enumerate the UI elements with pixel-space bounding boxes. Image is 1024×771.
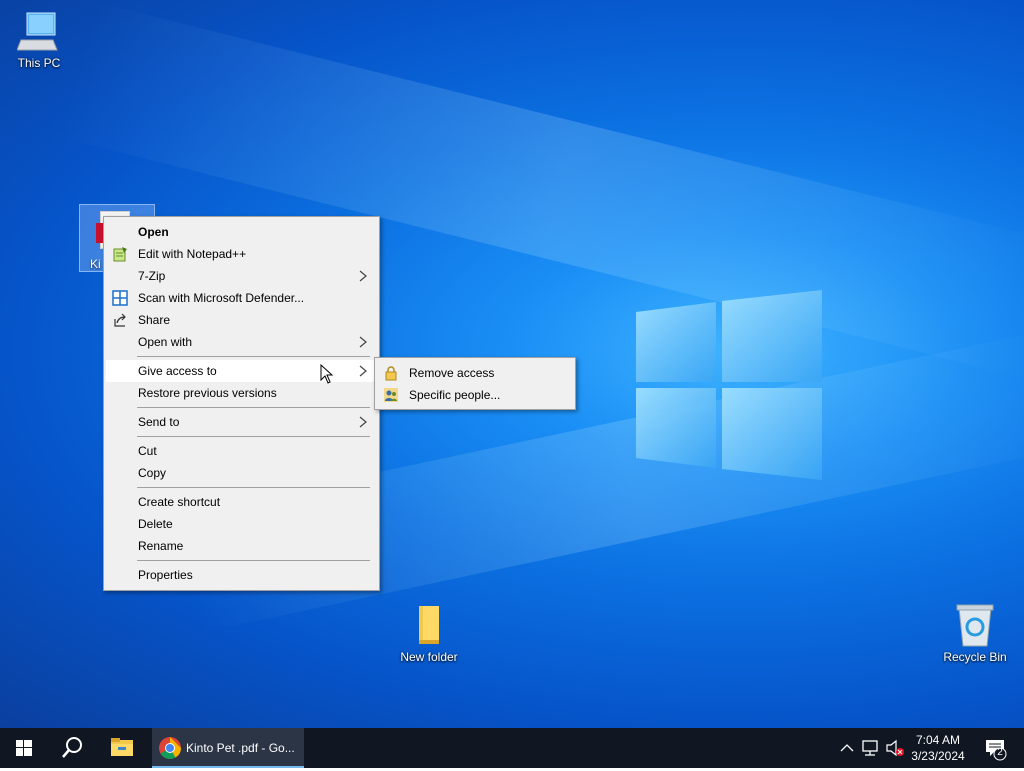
start-button[interactable] <box>0 728 48 768</box>
menu-item-copy[interactable]: Copy <box>106 462 377 484</box>
people-icon <box>384 388 398 402</box>
chrome-taskbar-button[interactable]: Kinto Pet .pdf - Go... <box>152 728 304 768</box>
folder-icon <box>419 606 439 644</box>
submenu-item-label: Remove access <box>409 366 495 380</box>
menu-item-label: Open <box>138 225 169 239</box>
menu-item-label: Open with <box>138 335 193 349</box>
menu-item-delete[interactable]: Delete <box>106 513 377 535</box>
menu-item-label: Restore previous versions <box>138 386 277 400</box>
defender-shield-icon <box>112 290 128 306</box>
chrome-icon <box>159 737 181 759</box>
notification-count-badge: 2 <box>997 747 1003 758</box>
clock-date: 3/23/2024 <box>911 749 965 763</box>
network-icon <box>862 740 878 756</box>
clock-time: 7:04 AM <box>915 733 961 747</box>
menu-item-label: Properties <box>138 568 193 582</box>
selected-file-label: Ki <box>90 257 101 271</box>
menu-item-cut[interactable]: Cut <box>106 440 377 462</box>
action-center-button[interactable]: 2 <box>978 728 1018 768</box>
chevron-right-icon <box>359 416 367 428</box>
recycle-bin-label: Recycle Bin <box>943 650 1007 664</box>
windows-logo-wallpaper <box>636 290 822 480</box>
file-explorer-taskbar-button[interactable] <box>98 728 146 768</box>
search-button[interactable] <box>48 728 96 768</box>
windows-start-icon <box>16 740 32 756</box>
taskbar-clock[interactable]: 7:04 AM 3/23/2024 <box>906 732 970 764</box>
submenu-item-specific-people[interactable]: Specific people... <box>377 384 575 406</box>
menu-separator <box>137 356 370 357</box>
this-pc-label: This PC <box>17 56 61 70</box>
menu-item-open[interactable]: Open <box>106 221 377 243</box>
taskbar: Kinto Pet .pdf - Go... 7:04 AM 3/23/2024 <box>0 728 1024 768</box>
notepad-plus-plus-icon <box>113 247 127 262</box>
computer-icon <box>17 12 58 51</box>
desktop: This PC Ki New folder Recycle Bin Open E… <box>0 0 1024 728</box>
recycle-bin-desktop-icon[interactable]: Recycle Bin <box>937 602 1013 664</box>
network-button[interactable] <box>860 728 882 768</box>
menu-item-create-shortcut[interactable]: Create shortcut <box>106 491 377 513</box>
menu-item-label: Give access to <box>138 364 217 378</box>
menu-item-open-with[interactable]: Open with <box>106 331 377 353</box>
menu-item-rename[interactable]: Rename <box>106 535 377 557</box>
submenu-item-remove-access[interactable]: Remove access <box>377 362 575 384</box>
menu-item-label: Copy <box>138 466 167 480</box>
menu-item-label: Send to <box>138 415 180 429</box>
new-folder-desktop-icon[interactable]: New folder <box>391 604 467 664</box>
menu-item-edit-notepad[interactable]: Edit with Notepad++ <box>106 243 377 265</box>
menu-item-restore-versions[interactable]: Restore previous versions <box>106 382 377 404</box>
chevron-right-icon <box>359 336 367 348</box>
menu-separator <box>137 407 370 408</box>
volume-muted-icon <box>886 739 904 757</box>
file-explorer-icon <box>111 738 133 756</box>
menu-item-7zip[interactable]: 7-Zip <box>106 265 377 287</box>
menu-item-send-to[interactable]: Send to <box>106 411 377 433</box>
menu-item-scan-defender[interactable]: Scan with Microsoft Defender... <box>106 287 377 309</box>
menu-separator <box>137 560 370 561</box>
context-menu: Open Edit with Notepad++ 7-Zip Scan with… <box>103 216 380 591</box>
lock-icon <box>385 366 397 381</box>
share-icon <box>114 313 126 327</box>
menu-item-label: Scan with Microsoft Defender... <box>138 291 305 305</box>
chevron-up-icon <box>840 744 854 752</box>
chevron-right-icon <box>359 365 367 377</box>
give-access-submenu: Remove access Specific people... <box>374 357 576 410</box>
show-hidden-icons-button[interactable] <box>838 728 856 768</box>
submenu-item-label: Specific people... <box>409 388 501 402</box>
recycle-bin-icon <box>956 604 994 647</box>
mouse-cursor-icon <box>320 364 334 384</box>
menu-item-label: 7-Zip <box>138 269 166 283</box>
chrome-window-title: Kinto Pet .pdf - Go... <box>186 741 295 755</box>
volume-button[interactable] <box>884 728 906 768</box>
menu-separator <box>137 436 370 437</box>
menu-separator <box>137 487 370 488</box>
menu-item-label: Edit with Notepad++ <box>138 247 247 261</box>
menu-item-label: Create shortcut <box>138 495 221 509</box>
menu-item-properties[interactable]: Properties <box>106 564 377 586</box>
menu-item-label: Share <box>138 313 171 327</box>
menu-item-give-access[interactable]: Give access to <box>106 360 377 382</box>
menu-item-label: Cut <box>138 444 157 458</box>
menu-item-share[interactable]: Share <box>106 309 377 331</box>
search-icon <box>62 737 82 758</box>
chevron-right-icon <box>359 270 367 282</box>
this-pc-desktop-icon[interactable]: This PC <box>1 10 77 70</box>
menu-item-label: Delete <box>138 517 173 531</box>
new-folder-label: New folder <box>400 650 458 664</box>
menu-item-label: Rename <box>138 539 184 553</box>
